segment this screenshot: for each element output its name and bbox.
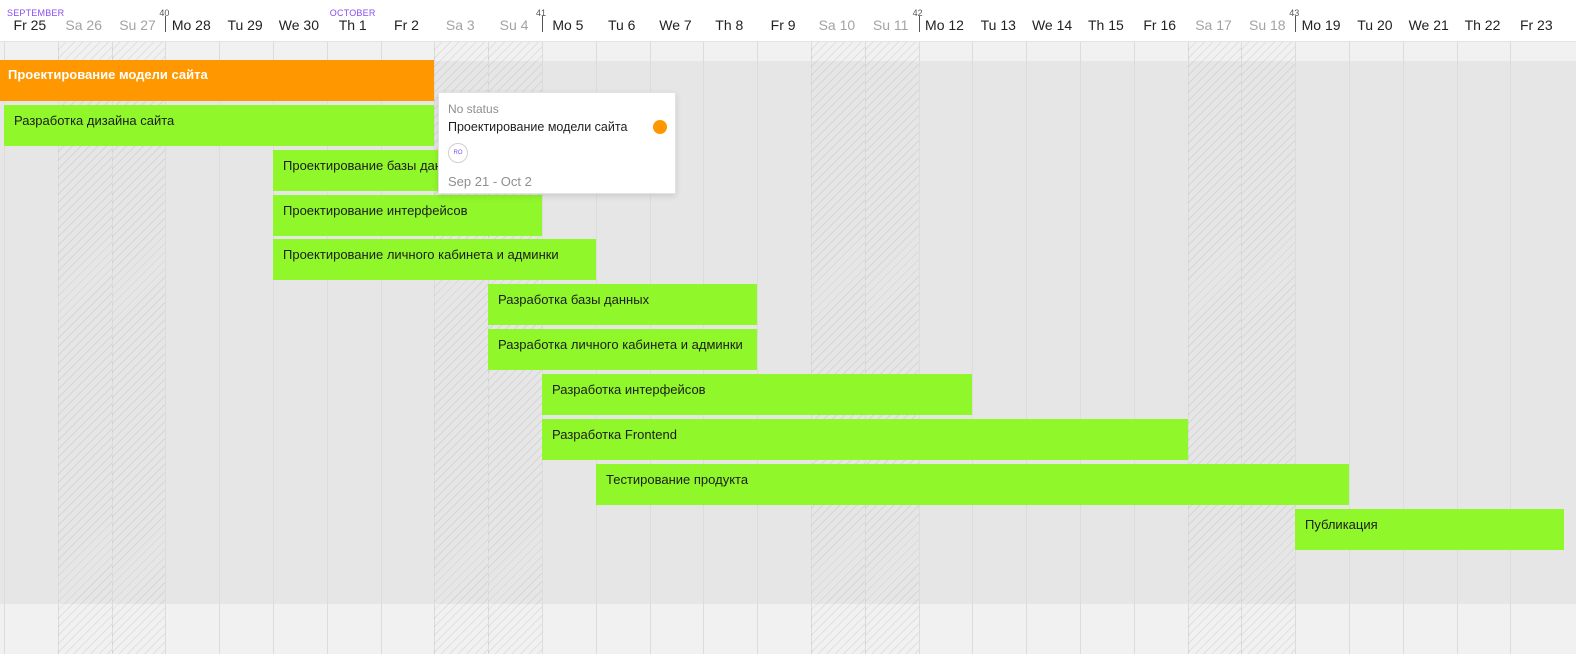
task-bar[interactable]: Проектирование личного кабинета и админк… <box>273 239 596 280</box>
day-label: Fr 2 <box>394 17 419 33</box>
task-bar-label: Разработка Frontend <box>552 427 677 442</box>
day-label: We 7 <box>659 17 692 33</box>
day-column-line <box>919 41 920 654</box>
task-bar[interactable]: Разработка базы данных <box>488 284 757 325</box>
timeline-header: Fr 25 Sa 26 Su 27 Mo 28 Tu 29 We 30 Th 1 Fr 2 Sa… <box>0 0 1576 42</box>
day-column-line <box>757 41 758 654</box>
day-label: Tu 13 <box>980 17 1016 33</box>
assignee-avatar[interactable]: RO <box>448 143 468 163</box>
tooltip-date-range: Sep 21 - Oct 2 <box>448 174 532 189</box>
month-label: SEPTEMBER <box>7 8 65 18</box>
gantt-timeline[interactable]: Fr 25 Sa 26 Su 27 Mo 28 Tu 29 We 30 Th 1 Fr 2 Sa… <box>0 0 1576 654</box>
task-bar[interactable]: Публикация <box>1295 509 1564 550</box>
day-label: We 30 <box>278 17 319 33</box>
day-column-line <box>1134 41 1135 654</box>
day-label: Mo 12 <box>925 17 964 33</box>
day-label: We 14 <box>1031 17 1073 33</box>
day-label: Tu 29 <box>227 17 263 33</box>
task-bar-label: Тестирование продукта <box>606 472 749 487</box>
day-label: Fr 25 <box>13 17 47 33</box>
day-label: Fr 23 <box>1519 17 1553 33</box>
weekend-column <box>865 41 919 654</box>
task-bar[interactable]: Разработка дизайна сайта <box>4 105 434 146</box>
tooltip-task-title[interactable]: Проектирование модели сайта <box>448 120 627 134</box>
day-column-line <box>1080 41 1081 654</box>
task-bar-label: Проектирование личного кабинета и админк… <box>283 247 559 262</box>
day-label: Sa 10 <box>818 17 856 33</box>
day-label: Th 15 <box>1087 17 1124 33</box>
day-label: Sa 26 <box>65 17 102 33</box>
task-bar-label: Разработка личного кабинета и админки <box>498 337 743 352</box>
week-number: 42 <box>912 8 923 18</box>
day-label: Tu 6 <box>607 17 636 33</box>
weekend-column <box>1188 41 1242 654</box>
week-separator <box>542 16 543 32</box>
day-label: Th 8 <box>715 17 744 33</box>
day-label: Sa 17 <box>1195 17 1232 33</box>
day-label: Fr 9 <box>770 17 796 33</box>
day-column-line <box>1510 41 1511 654</box>
week-separator <box>1295 16 1296 32</box>
task-bar-label: Публикация <box>1305 517 1378 532</box>
day-label: Th 22 <box>1464 17 1501 33</box>
day-label: Tu 20 <box>1357 17 1393 33</box>
week-separator <box>919 16 920 32</box>
task-bar[interactable]: Разработка интерфейсов <box>542 374 972 415</box>
day-label: We 21 <box>1408 17 1449 33</box>
day-label: Mo 5 <box>552 17 584 33</box>
task-bar[interactable]: Разработка Frontend <box>542 419 1188 460</box>
day-column-line <box>1403 41 1404 654</box>
task-tooltip: No status Проектирование модели сайта RO… <box>438 92 676 194</box>
week-separator <box>165 16 166 32</box>
weekend-column <box>811 41 865 654</box>
day-label: Su 27 <box>119 17 156 33</box>
task-bar-label: Разработка дизайна сайта <box>14 113 175 128</box>
task-bar-label: Разработка интерфейсов <box>552 382 706 397</box>
task-bar-label: Проектирование интерфейсов <box>283 203 468 218</box>
day-label: Su 11 <box>872 17 909 33</box>
weekend-column <box>1241 41 1295 654</box>
day-column-line <box>972 41 973 654</box>
day-column-line <box>1349 41 1350 654</box>
task-bar[interactable]: Тестирование продукта <box>596 464 1349 505</box>
day-label: Su 4 <box>499 17 529 33</box>
task-bar-label: Проектирование модели сайта <box>8 67 208 82</box>
day-column-line <box>1457 41 1458 654</box>
day-column-line <box>1026 41 1027 654</box>
day-column-line <box>1295 41 1296 654</box>
month-label: OCTOBER <box>329 8 376 18</box>
status-color-dot[interactable] <box>653 120 667 134</box>
day-label: Fr 16 <box>1143 17 1177 33</box>
day-label: Th 1 <box>338 17 367 33</box>
task-bar[interactable]: Проектирование интерфейсов <box>273 195 542 236</box>
week-number: 41 <box>536 8 547 18</box>
day-label: Sa 3 <box>445 17 475 33</box>
tooltip-status: No status <box>448 102 499 116</box>
task-bar-label: Разработка базы данных <box>498 292 650 307</box>
day-label: Mo 19 <box>1301 17 1341 33</box>
day-label: Mo 28 <box>171 17 211 33</box>
task-bar[interactable]: Разработка личного кабинета и админки <box>488 329 757 370</box>
task-bar[interactable]: Проектирование модели сайта <box>0 60 434 101</box>
day-label: Su 18 <box>1248 17 1286 33</box>
